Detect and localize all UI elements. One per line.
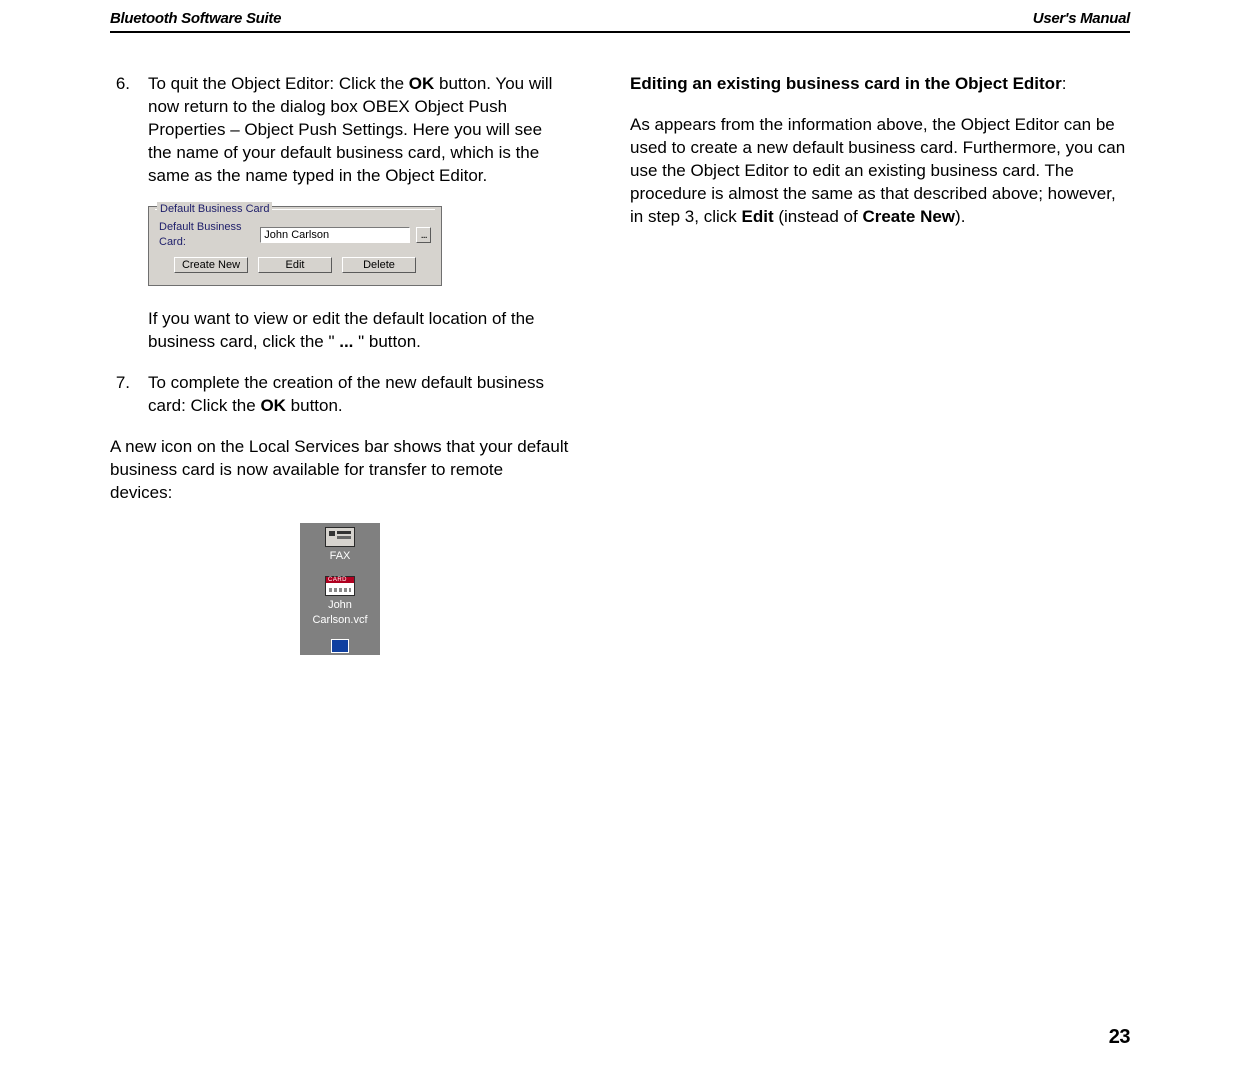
header-left: Bluetooth Software Suite: [110, 10, 281, 27]
service-item-unknown[interactable]: [300, 635, 380, 655]
paragraph: A new icon on the Local Services bar sho…: [110, 436, 570, 505]
groupbox: Default Business Card Default Business C…: [155, 209, 435, 282]
create-new-bold: Create New: [862, 207, 955, 226]
paragraph: If you want to view or edit the default …: [148, 308, 570, 354]
ok-bold: OK: [260, 396, 286, 415]
text: To complete the creation of the new defa…: [148, 373, 544, 415]
ok-bold: OK: [409, 74, 435, 93]
edit-button[interactable]: Edit: [258, 257, 332, 273]
vcard-icon: CARD: [325, 576, 355, 596]
page-number: 23: [1109, 1026, 1130, 1049]
header-rule: [110, 31, 1130, 33]
list-item-6: 6. To quit the Object Editor: Click the …: [110, 73, 570, 188]
default-business-card-panel: Default Business Card Default Business C…: [148, 206, 442, 287]
browse-button[interactable]: ...: [416, 227, 431, 243]
text: button.: [286, 396, 343, 415]
fax-icon: [325, 527, 355, 547]
edit-bold: Edit: [742, 207, 774, 226]
item-body: To quit the Object Editor: Click the OK …: [148, 73, 570, 188]
ellipsis-bold: ...: [339, 332, 353, 351]
subheading: Editing an existing business card in the…: [630, 73, 1130, 96]
service-label: John Carlson.vcf: [302, 598, 378, 628]
device-icon: [331, 639, 349, 653]
field-row: Default Business Card: ...: [155, 210, 435, 258]
left-column: 6. To quit the Object Editor: Click the …: [110, 73, 570, 673]
service-item-fax[interactable]: FAX: [300, 523, 380, 572]
service-label: FAX: [302, 549, 378, 564]
paragraph: As appears from the information above, t…: [630, 114, 1130, 229]
vcard-icon-label: CARD: [328, 576, 347, 584]
business-card-input[interactable]: [260, 227, 410, 243]
text: " button.: [353, 332, 420, 351]
item-body: To complete the creation of the new defa…: [148, 372, 570, 418]
header-row: Bluetooth Software Suite User's Manual: [110, 10, 1130, 31]
content-columns: 6. To quit the Object Editor: Click the …: [110, 73, 1130, 673]
text: ).: [955, 207, 965, 226]
local-services-bar: FAX CARD John Carlson.vcf: [300, 523, 380, 656]
text: To quit the Object Editor: Click the: [148, 74, 409, 93]
field-label: Default Business Card:: [159, 220, 254, 250]
subheading-bold: Editing an existing business card in the…: [630, 74, 1062, 93]
right-column: Editing an existing business card in the…: [630, 73, 1130, 673]
text: (instead of: [774, 207, 863, 226]
service-item-card[interactable]: CARD John Carlson.vcf: [300, 572, 380, 636]
header-right: User's Manual: [1033, 10, 1130, 27]
create-new-button[interactable]: Create New: [174, 257, 248, 273]
item-number: 6.: [110, 73, 130, 188]
subheading-colon: :: [1062, 74, 1067, 93]
item-number: 7.: [110, 372, 130, 418]
button-row: Create New Edit Delete: [155, 257, 435, 281]
groupbox-label: Default Business Card: [157, 202, 272, 217]
list-item-7: 7. To complete the creation of the new d…: [110, 372, 570, 418]
delete-button[interactable]: Delete: [342, 257, 416, 273]
